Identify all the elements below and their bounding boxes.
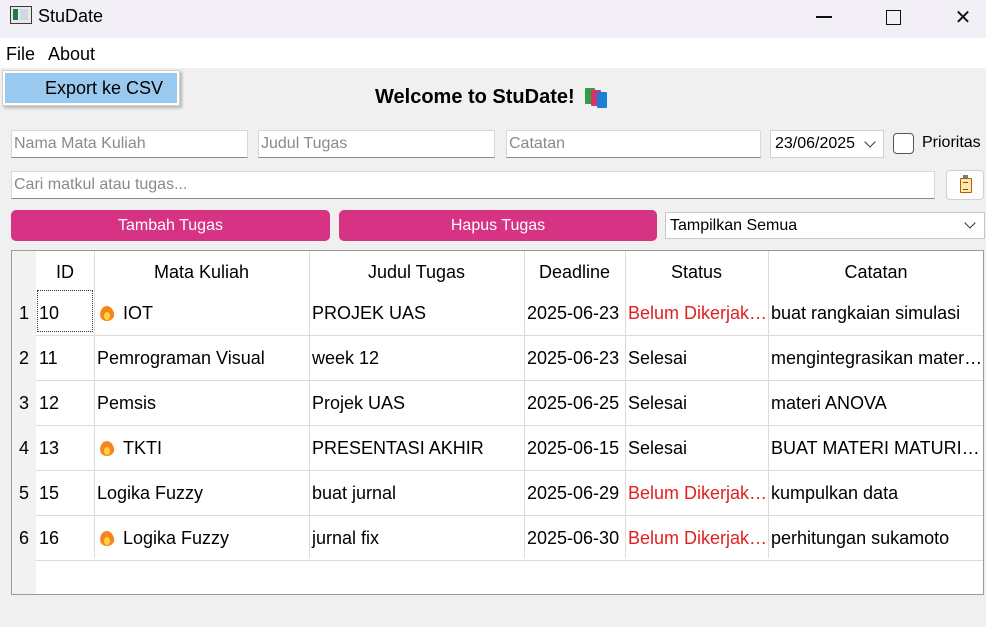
cell-mata-kuliah[interactable]: Pemrograman Visual	[94, 336, 309, 381]
row-number[interactable]: 6	[12, 516, 36, 561]
cell-status[interactable]: Belum Dikerjakan	[625, 291, 768, 336]
cell-catatan[interactable]: materi ANOVA	[768, 381, 984, 426]
title-bar: StuDate ✕	[0, 0, 986, 38]
cell-mata-kuliah[interactable]: TKTI	[94, 426, 309, 471]
cell-status[interactable]: Belum Dikerjakan	[625, 516, 768, 561]
cell-id[interactable]: 11	[36, 336, 94, 381]
minimize-button[interactable]	[789, 0, 859, 34]
cell-deadline[interactable]: 2025-06-30	[524, 516, 625, 561]
cell-judul-tugas[interactable]: jurnal fix	[309, 516, 524, 561]
prioritas-checkbox[interactable]	[893, 133, 914, 154]
cell-id[interactable]: 15	[36, 471, 94, 516]
cell-deadline[interactable]: 2025-06-29	[524, 471, 625, 516]
column-header-deadline[interactable]: Deadline	[524, 251, 625, 293]
task-table[interactable]: ID Mata Kuliah Judul Tugas Deadline Stat…	[11, 250, 984, 595]
close-button[interactable]: ✕	[928, 0, 986, 34]
clipboard-button[interactable]	[946, 170, 984, 200]
catatan-input[interactable]	[506, 130, 761, 158]
minimize-icon	[816, 16, 832, 18]
cell-status[interactable]: Selesai	[625, 426, 768, 471]
cell-id[interactable]: 10	[36, 291, 94, 336]
mata-kuliah-text: IOT	[123, 303, 153, 323]
mata-kuliah-text: TKTI	[123, 438, 162, 458]
cell-id[interactable]: 13	[36, 426, 94, 471]
row-number[interactable]: 3	[12, 381, 36, 426]
welcome-text: Welcome to StuDate!	[375, 86, 575, 108]
maximize-button[interactable]	[858, 0, 928, 34]
tambah-tugas-button[interactable]: Tambah Tugas	[11, 210, 330, 241]
fire-icon	[100, 304, 114, 321]
close-icon: ✕	[954, 6, 972, 29]
cell-status[interactable]: Selesai	[625, 381, 768, 426]
cell-mata-kuliah[interactable]: Pemsis	[94, 381, 309, 426]
search-input[interactable]	[11, 171, 935, 199]
clipboard-icon	[960, 175, 972, 193]
chevron-down-icon	[964, 217, 976, 229]
cell-catatan[interactable]: perhitungan sukamoto	[768, 516, 984, 561]
export-csv-menu-item[interactable]: Export ke CSV	[5, 73, 177, 103]
column-header-catatan[interactable]: Catatan	[768, 251, 984, 293]
hapus-tugas-button[interactable]: Hapus Tugas	[339, 210, 657, 241]
books-icon	[583, 87, 607, 108]
cell-catatan[interactable]: BUAT MATERI MATURITY	[768, 426, 984, 471]
cell-status[interactable]: Selesai	[625, 336, 768, 381]
mata-kuliah-text: Logika Fuzzy	[123, 528, 230, 548]
window-title: StuDate	[38, 6, 104, 26]
cell-deadline[interactable]: 2025-06-23	[524, 291, 625, 336]
cell-catatan[interactable]: buat rangkaian simulasi	[768, 291, 984, 336]
column-header-judul-tugas[interactable]: Judul Tugas	[309, 251, 524, 293]
date-value: 23/06/2025	[775, 135, 856, 152]
cell-mata-kuliah[interactable]: Logika Fuzzy	[94, 516, 309, 561]
chevron-down-icon	[864, 136, 876, 148]
table-row[interactable]: 1 10 IOT PROJEK UAS 2025-06-23 Belum Dikerjak…	[12, 291, 983, 336]
prioritas-label: Prioritas	[922, 134, 981, 151]
filter-select[interactable]: Tampilkan Semua	[665, 212, 985, 239]
cell-catatan[interactable]: mengintegrasikan materi…	[768, 336, 984, 381]
maximize-icon	[885, 9, 901, 25]
column-header-status[interactable]: Status	[625, 251, 768, 293]
cell-mata-kuliah[interactable]: Logika Fuzzy	[94, 471, 309, 516]
welcome-heading: Welcome to StuDate!	[375, 85, 607, 109]
column-header-mata-kuliah[interactable]: Mata Kuliah	[94, 251, 309, 293]
cell-judul-tugas[interactable]: buat jurnal	[309, 471, 524, 516]
cell-deadline[interactable]: 2025-06-23	[524, 336, 625, 381]
table-row[interactable]: 5 15 Logika Fuzzy buat jurnal 2025-06-29 Belu…	[12, 471, 983, 516]
fire-icon	[100, 439, 114, 456]
cell-id[interactable]: 16	[36, 516, 94, 561]
deadline-date-picker[interactable]: 23/06/2025	[770, 130, 884, 158]
table-row[interactable]: 2 11 Pemrograman Visual week 12 2025-06-23 Se…	[12, 336, 984, 381]
menu-file[interactable]: File	[6, 43, 35, 65]
file-menu-dropdown: Export ke CSV	[2, 70, 180, 106]
app-icon	[10, 6, 32, 24]
table-row[interactable]: 4 13 TKTI PRESENTASI AKHIR 2025-06-15 Selesai…	[12, 426, 984, 471]
row-number[interactable]: 1	[12, 291, 36, 336]
fire-icon	[100, 529, 114, 546]
row-number[interactable]: 5	[12, 471, 36, 516]
cell-deadline[interactable]: 2025-06-15	[524, 426, 625, 471]
cell-judul-tugas[interactable]: PRESENTASI AKHIR	[309, 426, 524, 471]
table-header: ID Mata Kuliah Judul Tugas Deadline Stat…	[12, 251, 983, 293]
cell-status[interactable]: Belum Dikerjakan	[625, 471, 768, 516]
cell-id[interactable]: 12	[36, 381, 94, 426]
table-row[interactable]: 6 16 Logika Fuzzy jurnal fix 2025-06-30 Belum…	[12, 516, 983, 561]
row-number[interactable]: 4	[12, 426, 36, 471]
menu-bar: File About	[0, 38, 986, 68]
row-number[interactable]: 2	[12, 336, 36, 381]
mata-kuliah-input[interactable]	[11, 130, 248, 158]
judul-tugas-input[interactable]	[258, 130, 495, 158]
table-row[interactable]: 3 12 Pemsis Projek UAS 2025-06-25 Selesai mate…	[12, 381, 983, 426]
row-divider	[36, 560, 983, 561]
filter-value: Tampilkan Semua	[670, 217, 798, 234]
menu-about[interactable]: About	[48, 43, 95, 65]
cell-mata-kuliah[interactable]: IOT	[94, 291, 309, 336]
cell-judul-tugas[interactable]: PROJEK UAS	[309, 291, 524, 336]
cell-catatan[interactable]: kumpulkan data	[768, 471, 984, 516]
cell-judul-tugas[interactable]: week 12	[309, 336, 524, 381]
cell-deadline[interactable]: 2025-06-25	[524, 381, 625, 426]
column-header-id[interactable]: ID	[36, 251, 94, 293]
cell-judul-tugas[interactable]: Projek UAS	[309, 381, 524, 426]
